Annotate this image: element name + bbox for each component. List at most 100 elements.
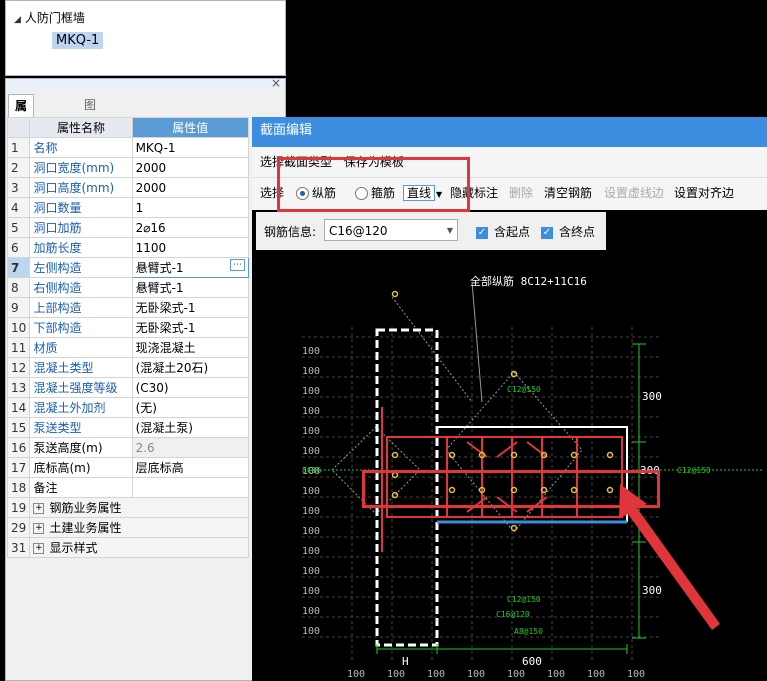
property-value[interactable]: 现浇混凝土 xyxy=(131,337,250,358)
property-value[interactable]: 1100 xyxy=(131,237,250,258)
clear-rebar-button[interactable]: 清空钢筋 xyxy=(544,178,592,208)
property-value[interactable]: 2.6 xyxy=(131,437,250,458)
row-number: 11 xyxy=(6,337,31,358)
end-point-checkbox[interactable]: ✓ 含终点 xyxy=(541,223,595,240)
set-dashed-edge-button[interactable]: 设置虚线边 xyxy=(604,178,664,208)
table-row[interactable]: 12 混凝土类型 (混凝土20石) xyxy=(6,357,250,378)
property-name: 备注 xyxy=(29,477,133,498)
grid-label: 100 xyxy=(547,669,565,680)
property-name: 混凝土强度等级 xyxy=(29,377,133,398)
set-align-edge-button[interactable]: 设置对齐边 xyxy=(674,178,734,208)
property-name: 泵送类型 xyxy=(29,417,133,438)
expand-plus-icon[interactable]: + xyxy=(33,543,45,554)
row-number: 3 xyxy=(6,177,31,198)
property-value[interactable]: 2000 xyxy=(131,177,250,198)
property-name: 加筋长度 xyxy=(29,237,133,258)
property-value[interactable]: (混凝土泵) xyxy=(131,417,250,438)
table-row[interactable]: 6 加筋长度 1100 xyxy=(6,237,250,258)
rebar-info-label: 钢筋信息: xyxy=(264,225,317,239)
row-number: 5 xyxy=(6,217,31,238)
row-number: 2 xyxy=(6,157,31,178)
property-value[interactable]: 无卧梁式-1 xyxy=(131,317,250,338)
table-row[interactable]: 18 备注 xyxy=(6,477,250,498)
property-name: 混凝土类型 xyxy=(29,357,133,378)
row-number: 12 xyxy=(6,357,31,378)
property-name: 洞口宽度(mm) xyxy=(29,157,133,178)
grid-label: 100 xyxy=(627,669,645,680)
property-value[interactable]: 层底标高 xyxy=(131,457,250,478)
property-value[interactable]: 无卧梁式-1 xyxy=(131,297,250,318)
tab-property-list[interactable]: 属性列表 xyxy=(8,94,35,179)
property-value[interactable]: 悬臂式-1 ⋯ xyxy=(131,257,250,278)
panel-header: × xyxy=(6,76,285,91)
row-number: 13 xyxy=(6,377,31,398)
grid-labels: 100 100 100 100 100 100 100 100 100 100 … xyxy=(302,346,645,680)
table-row[interactable]: 10 下部构造 无卧梁式-1 xyxy=(6,317,250,338)
table-row[interactable]: 31 + 显示样式 xyxy=(6,537,249,558)
property-name: 洞口加筋 xyxy=(29,217,133,238)
row-number: 7 xyxy=(6,257,31,278)
property-value[interactable]: MKQ-1 xyxy=(131,137,250,158)
tab-layer-management[interactable]: 图层管理 xyxy=(78,94,102,178)
leader-line xyxy=(391,296,473,403)
grid-label: 100 xyxy=(587,669,605,680)
row-number: 16 xyxy=(6,437,31,458)
dim-h: H xyxy=(402,655,409,668)
grid-label: 100 xyxy=(302,426,320,437)
property-name: 混凝土外加剂 xyxy=(29,397,133,418)
expand-plus-icon[interactable]: + xyxy=(33,503,45,514)
table-row[interactable]: 16 泵送高度(m) 2.6 xyxy=(6,437,250,458)
grid-label: 100 xyxy=(302,546,320,557)
property-value[interactable]: 2000 xyxy=(131,157,250,178)
table-row[interactable]: 1 名称 MKQ-1 xyxy=(6,137,250,158)
check-icon: ✓ xyxy=(541,226,553,239)
table-row[interactable]: 8 右侧构造 悬臂式-1 xyxy=(6,277,250,298)
rebar-info-combo[interactable]: C16@120 ▼ xyxy=(324,219,458,241)
property-value[interactable] xyxy=(131,477,250,498)
leader-line-top xyxy=(471,281,483,403)
grid-label: 100 xyxy=(302,346,320,357)
close-icon[interactable]: × xyxy=(271,76,281,90)
property-name: 左侧构造 xyxy=(29,257,133,278)
ellipsis-icon[interactable]: ⋯ xyxy=(230,259,245,271)
grid-label: 100 xyxy=(302,366,320,377)
table-row[interactable]: 17 底标高(m) 层底标高 xyxy=(6,457,250,478)
green-labels: 8C16 C12@150 C12@150 C12@150 C16@120 A8@… xyxy=(302,385,711,636)
tree-node-mkq[interactable]: MKQ-1 xyxy=(52,32,104,49)
row-number: 31 xyxy=(6,537,31,558)
table-row[interactable]: 7 左侧构造 悬臂式-1 ⋯ xyxy=(6,257,250,278)
property-value[interactable]: (C30) xyxy=(131,377,250,398)
table-row[interactable]: 13 混凝土强度等级 (C30) xyxy=(6,377,250,398)
property-value[interactable]: (混凝土20石) xyxy=(131,357,250,378)
table-row[interactable]: 5 洞口加筋 2⌀16 xyxy=(6,217,250,238)
grid-label: 100 xyxy=(302,586,320,597)
row-number: 6 xyxy=(6,237,31,258)
expand-plus-icon[interactable]: + xyxy=(33,523,45,534)
row-number: 17 xyxy=(6,457,31,478)
property-value[interactable]: 1 xyxy=(131,197,250,218)
delete-button[interactable]: 删除 xyxy=(509,178,533,208)
table-row[interactable]: 3 洞口高度(mm) 2000 xyxy=(6,177,250,198)
table-row[interactable]: 14 混凝土外加剂 (无) xyxy=(6,397,250,418)
grid-label: 100 xyxy=(302,606,320,617)
all-long-rebar-label: 全部纵筋 8C12+11C16 xyxy=(470,274,587,288)
section-drawing-canvas[interactable]: 100 100 100 100 100 100 100 100 100 100 … xyxy=(252,252,767,681)
grid-label: 100 xyxy=(302,626,320,637)
header-name-cell: 属性名称 xyxy=(29,117,133,138)
table-row[interactable]: 11 材质 现浇混凝土 xyxy=(6,337,250,358)
property-value[interactable]: (无) xyxy=(131,397,250,418)
property-grid: 属性名称 属性值 1 名称 MKQ-1 2 洞口宽度(mm) 2000 3 洞口高度(mm) 2… xyxy=(6,117,250,558)
property-value[interactable]: 悬臂式-1 xyxy=(131,277,250,298)
table-row[interactable]: 4 洞口数量 1 xyxy=(6,197,250,218)
tree-node-root[interactable]: ◢ 人防门框墙 xyxy=(14,9,85,26)
start-point-checkbox[interactable]: ✓ 含起点 xyxy=(476,223,530,240)
table-row[interactable]: 2 洞口宽度(mm) 2000 xyxy=(6,157,250,178)
grid-label: 100 xyxy=(302,526,320,537)
table-row[interactable]: 15 泵送类型 (混凝土泵) xyxy=(6,417,250,438)
table-row[interactable]: 19 + 钢筋业务属性 xyxy=(6,497,249,518)
expand-triangle-icon[interactable]: ◢ xyxy=(14,15,21,25)
property-value[interactable]: 2⌀16 xyxy=(131,217,250,238)
table-row[interactable]: 9 上部构造 无卧梁式-1 xyxy=(6,297,250,318)
row-number: 18 xyxy=(6,477,31,498)
table-row[interactable]: 29 + 土建业务属性 xyxy=(6,517,249,538)
